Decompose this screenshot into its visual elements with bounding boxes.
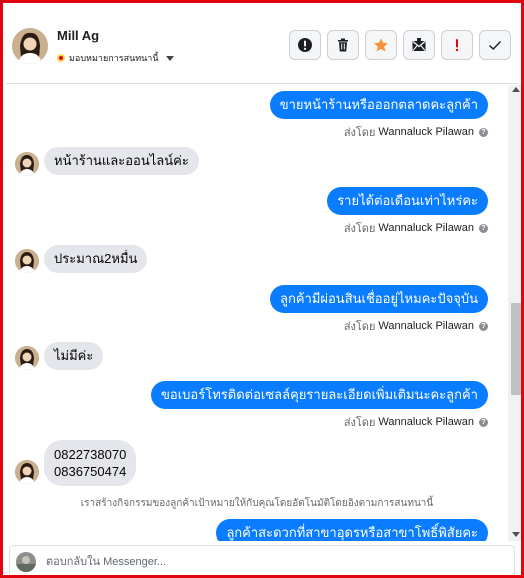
conversation-toolbar xyxy=(289,30,511,60)
sent-by-name: Wannaluck Pilawan xyxy=(378,320,474,332)
contact-avatar[interactable] xyxy=(12,28,48,64)
delete-button[interactable] xyxy=(327,30,359,60)
message-line: 0836750474 xyxy=(54,464,127,479)
chevron-down-icon xyxy=(165,55,174,61)
outgoing-message: ขายหน้าร้านหรือออกตลาดคะลูกค้า xyxy=(269,91,488,119)
outgoing-message: ลูกค้ามีผ่อนสินเชื่ออยู่ไหมคะปัจจุบัน xyxy=(269,285,488,313)
message-thread[interactable]: ขายหน้าร้านหรือออกตลาดคะลูกค้า ส่งโดย Wa… xyxy=(6,85,508,541)
mark-unread-icon xyxy=(412,38,426,51)
help-icon[interactable]: ? xyxy=(479,417,488,427)
assign-conversation-dropdown[interactable]: มอบหมายการสนทนานี้ xyxy=(57,51,174,65)
sent-by-name: Wannaluck Pilawan xyxy=(378,126,474,138)
sent-by-name: Wannaluck Pilawan xyxy=(378,222,474,234)
contact-avatar-small xyxy=(15,249,39,273)
incoming-message: หน้าร้านและออนไลน์ค่ะ xyxy=(44,147,199,175)
incoming-message: 0822738070 0836750474 xyxy=(44,440,137,486)
outgoing-message: ลูกค้าสะดวกที่สาขาอุดรหรือสาขาโพธิ์พิสัย… xyxy=(216,519,488,541)
messenger-panel: Mill Ag มอบหมายการสนทนานี้ ขายหน้าร้านหร… xyxy=(0,0,524,578)
assign-label: มอบหมายการสนทนานี้ xyxy=(69,53,159,63)
contact-avatar-small xyxy=(15,346,39,370)
sent-by-label: ส่งโดย Wannaluck Pilawan ? xyxy=(344,317,488,335)
help-icon[interactable]: ? xyxy=(479,223,488,233)
help-icon[interactable]: ? xyxy=(479,127,488,137)
mark-unread-button[interactable] xyxy=(403,30,435,60)
trash-icon xyxy=(338,38,348,52)
sent-by-name: Wannaluck Pilawan xyxy=(378,416,474,428)
star-button[interactable] xyxy=(365,30,397,60)
outgoing-message: รายได้ต่อเดือนเท่าไหร่คะ xyxy=(327,187,488,215)
reply-box[interactable] xyxy=(9,545,515,575)
scrollbar-thumb[interactable] xyxy=(511,303,521,395)
incoming-message: ประมาณ2หมื่น xyxy=(44,245,148,273)
page-avatar xyxy=(16,552,36,572)
sent-by-label: ส่งโดย Wannaluck Pilawan ? xyxy=(344,219,488,237)
contact-avatar-small xyxy=(15,460,39,484)
incoming-message: ไม่มีค่ะ xyxy=(44,342,104,370)
assignee-icon xyxy=(57,54,65,62)
help-icon[interactable]: ? xyxy=(479,321,488,331)
sent-by-prefix: ส่งโดย xyxy=(343,321,376,333)
sent-by-label: ส่งโดย Wannaluck Pilawan ? xyxy=(344,123,488,141)
sent-by-label: ส่งโดย Wannaluck Pilawan ? xyxy=(344,413,488,431)
spam-icon xyxy=(455,39,459,52)
outgoing-message: ขอเบอร์โทรติดต่อเซลล์คุยรายละเอียดเพิ่มเ… xyxy=(151,381,488,409)
reply-input[interactable] xyxy=(46,553,486,571)
star-icon xyxy=(374,38,388,52)
conversation-header: Mill Ag มอบหมายการสนทนานี้ xyxy=(6,6,518,84)
scroll-down-arrow-icon[interactable] xyxy=(512,532,520,537)
message-line: 0822738070 xyxy=(54,447,127,462)
mark-done-button[interactable] xyxy=(479,30,511,60)
contact-name[interactable]: Mill Ag xyxy=(57,28,99,43)
thread-scrollbar[interactable] xyxy=(508,85,521,541)
scroll-up-arrow-icon[interactable] xyxy=(512,87,520,92)
sent-by-prefix: ส่งโดย xyxy=(343,127,376,139)
check-icon xyxy=(489,41,502,50)
sent-by-prefix: ส่งโดย xyxy=(343,417,376,429)
auto-activity-notice: เราสร้างกิจกรรมของลูกค้าเป้าหมายให้กับคุ… xyxy=(80,498,434,509)
follow-up-button[interactable] xyxy=(289,30,321,60)
spam-button[interactable] xyxy=(441,30,473,60)
sent-by-prefix: ส่งโดย xyxy=(343,223,376,235)
contact-avatar-small xyxy=(15,152,39,176)
alert-circle-icon xyxy=(298,38,312,52)
